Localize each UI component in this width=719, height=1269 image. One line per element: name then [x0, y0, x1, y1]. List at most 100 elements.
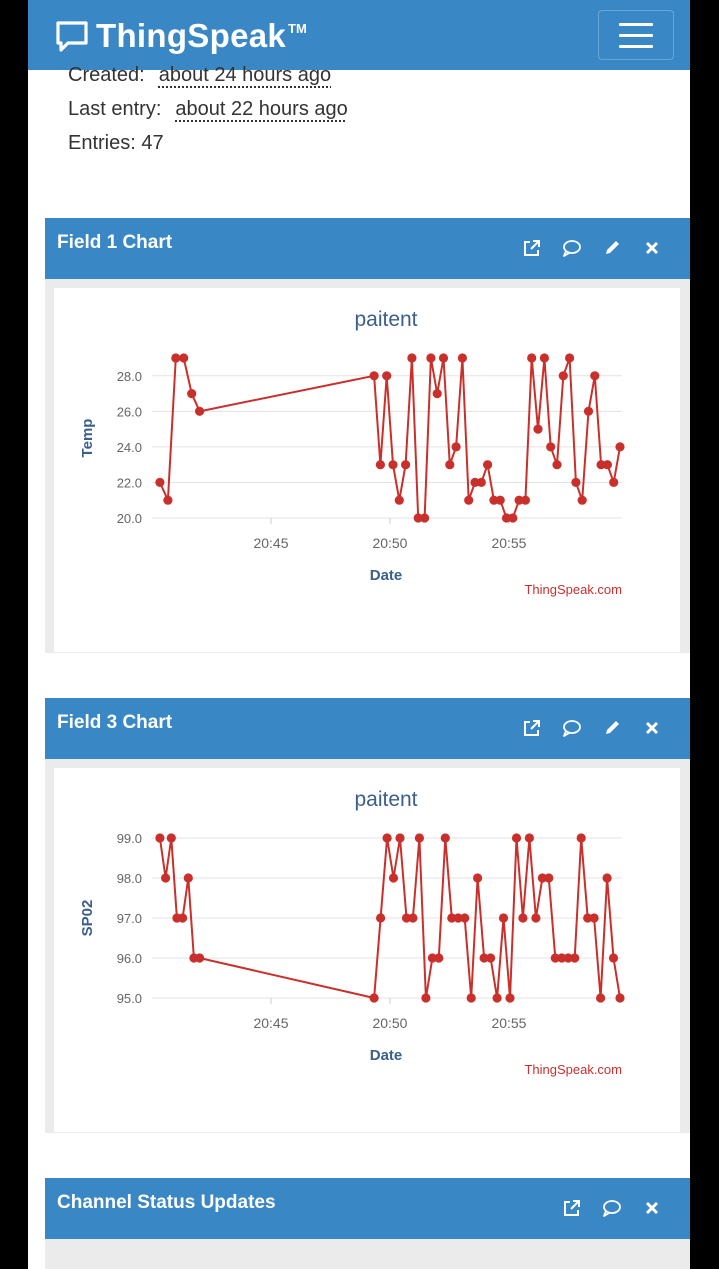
external-link-icon[interactable] — [560, 1196, 584, 1220]
thingspeak-logo[interactable]: ThingSpeak TM — [54, 16, 307, 56]
data-point — [615, 993, 625, 1003]
panel-actions — [504, 236, 664, 260]
data-point — [558, 371, 568, 381]
data-point — [440, 833, 450, 843]
channel-status-panel: Channel Status Updates — [45, 1178, 690, 1269]
data-point — [615, 442, 625, 452]
data-point — [495, 495, 505, 505]
data-point — [414, 833, 424, 843]
data-point — [408, 913, 418, 923]
data-point — [527, 353, 537, 363]
close-icon[interactable] — [640, 236, 664, 260]
comment-icon[interactable] — [560, 236, 584, 260]
data-point — [608, 953, 619, 963]
data-point — [546, 442, 556, 452]
data-point — [590, 371, 600, 381]
x-tick-label: 20:50 — [372, 535, 407, 551]
data-point — [375, 460, 385, 470]
y-tick-label: 24.0 — [117, 440, 142, 455]
status-body — [45, 1239, 690, 1269]
data-point — [518, 913, 528, 923]
data-point — [376, 913, 386, 923]
y-tick-label: 26.0 — [117, 404, 142, 419]
close-icon[interactable] — [640, 1196, 664, 1220]
panel-header: Channel Status Updates — [45, 1178, 690, 1239]
data-point — [155, 477, 165, 487]
panel-actions — [504, 716, 664, 740]
data-point — [369, 993, 379, 1003]
data-point — [492, 993, 502, 1003]
data-point — [155, 833, 165, 843]
data-point — [407, 353, 417, 363]
data-point — [434, 953, 444, 963]
data-point — [508, 513, 518, 523]
data-point — [438, 353, 449, 363]
data-point — [382, 371, 392, 381]
y-tick-label: 95.0 — [117, 991, 142, 1006]
data-point — [187, 389, 197, 399]
data-point — [505, 993, 515, 1003]
last-entry-value: about 22 hours ago — [175, 98, 348, 120]
x-tick-label: 20:55 — [491, 535, 526, 551]
data-point — [464, 495, 474, 505]
x-axis-label: Date — [370, 567, 403, 584]
panel-title: Channel Status Updates — [57, 1192, 276, 1213]
data-point — [163, 495, 173, 505]
data-point — [570, 953, 580, 963]
last-entry-label: Last entry: — [68, 98, 162, 120]
data-point — [571, 477, 581, 487]
data-point — [609, 477, 619, 487]
panel-header: Field 3 Chart — [45, 698, 690, 759]
data-point — [596, 993, 606, 1003]
external-link-icon[interactable] — [520, 236, 544, 260]
top-navbar: ThingSpeak TM — [28, 0, 690, 70]
chart-title: paitent — [354, 308, 417, 331]
data-point — [583, 406, 594, 416]
y-tick-label: 97.0 — [117, 911, 142, 926]
page: ThingSpeak TM Created: about 24 hours ago… — [28, 0, 690, 1269]
data-point — [520, 495, 530, 505]
field3-chart-panel: Field 3 Chart paitent 95.0 96.0 97.0 98.0 99.… — [45, 698, 690, 1133]
y-tick-label: 96.0 — [117, 951, 142, 966]
data-point — [161, 873, 171, 883]
chart-container: paitent 20.0 22.0 24.0 26.0 28.0 20:45 20:50 20:… — [54, 288, 680, 652]
pencil-icon[interactable] — [600, 716, 624, 740]
data-point — [473, 873, 483, 883]
data-point — [395, 833, 405, 843]
data-point — [382, 833, 392, 843]
y-tick-label: 22.0 — [117, 475, 142, 490]
x-tick-label: 20:45 — [253, 535, 288, 551]
y-tick-label: 20.0 — [117, 511, 142, 526]
pencil-icon[interactable] — [600, 236, 624, 260]
data-point — [483, 460, 493, 470]
temp-line-chart: paitent 20.0 22.0 24.0 26.0 28.0 20:45 20:50 20:… — [79, 308, 625, 597]
data-point — [539, 353, 549, 363]
data-point — [394, 495, 404, 505]
comment-icon[interactable] — [600, 1196, 624, 1220]
y-tick-label: 98.0 — [117, 871, 142, 886]
x-tick-label: 20:50 — [372, 1015, 407, 1031]
close-icon[interactable] — [640, 716, 664, 740]
app-name: ThingSpeak — [96, 17, 287, 54]
field1-chart-panel: Field 1 Chart paitent 20.0 22.0 24.0 26.0 28.… — [45, 218, 690, 653]
data-point — [457, 353, 467, 363]
comment-icon[interactable] — [560, 716, 584, 740]
data-point — [183, 873, 193, 883]
panel-header: Field 1 Chart — [45, 218, 690, 279]
chat-bubble-logo-icon — [56, 21, 88, 52]
external-link-icon[interactable] — [520, 716, 544, 740]
created-row: Created: about 24 hours ago — [68, 64, 331, 87]
data-point — [451, 442, 461, 452]
panel-actions — [544, 1196, 664, 1220]
data-point — [401, 460, 411, 470]
y-axis-label: SP02 — [79, 900, 96, 937]
data-point — [466, 993, 476, 1003]
data-point — [589, 913, 599, 923]
panel-title: Field 3 Chart — [57, 712, 173, 733]
data-point — [421, 993, 431, 1003]
hamburger-menu-icon[interactable] — [598, 10, 674, 60]
spo2-line-chart: paitent 95.0 96.0 97.0 98.0 99.0 20:45 20:50 20:… — [79, 788, 625, 1077]
panel-body: paitent 95.0 96.0 97.0 98.0 99.0 20:45 20:50 20:… — [45, 759, 690, 1133]
data-point — [552, 460, 562, 470]
data-point — [576, 833, 586, 843]
